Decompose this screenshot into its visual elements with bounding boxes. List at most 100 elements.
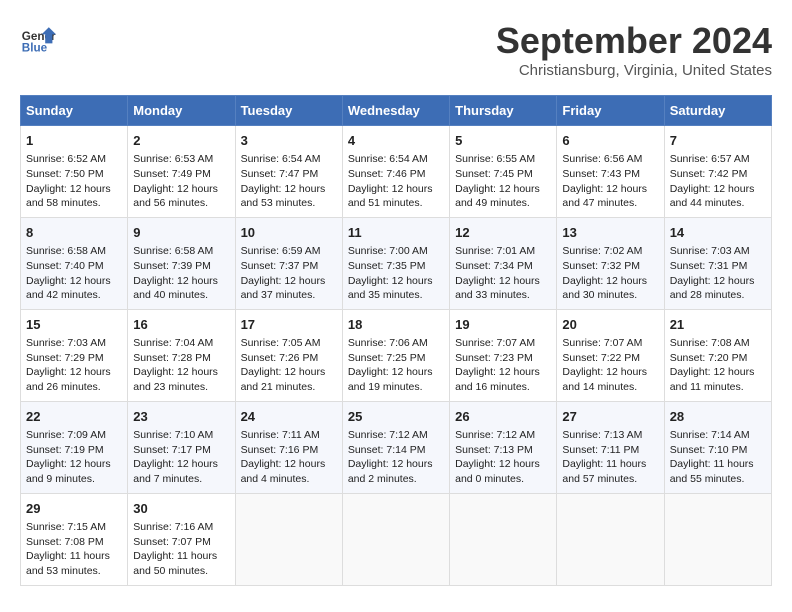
day-info-line: Daylight: 12 hours: [455, 365, 551, 380]
day-number: 6: [562, 132, 658, 150]
day-info-line: Sunset: 7:26 PM: [241, 351, 337, 366]
day-info-line: Daylight: 12 hours: [241, 274, 337, 289]
day-info-line: Sunrise: 7:03 AM: [670, 244, 766, 259]
col-header-wednesday: Wednesday: [342, 96, 449, 126]
day-info-line: and 57 minutes.: [562, 472, 658, 487]
day-info-line: Sunrise: 6:57 AM: [670, 152, 766, 167]
week-row-1: 1Sunrise: 6:52 AMSunset: 7:50 PMDaylight…: [21, 126, 772, 218]
day-info-line: Sunrise: 7:07 AM: [562, 336, 658, 351]
day-cell-26: 26Sunrise: 7:12 AMSunset: 7:13 PMDayligh…: [450, 401, 557, 493]
day-info-line: Daylight: 12 hours: [562, 182, 658, 197]
day-info-line: Sunrise: 7:00 AM: [348, 244, 444, 259]
day-info-line: Sunrise: 7:15 AM: [26, 520, 122, 535]
day-info-line: and 2 minutes.: [348, 472, 444, 487]
day-info-line: Daylight: 11 hours: [562, 457, 658, 472]
svg-text:Blue: Blue: [22, 42, 48, 55]
day-cell-20: 20Sunrise: 7:07 AMSunset: 7:22 PMDayligh…: [557, 309, 664, 401]
day-info-line: and 7 minutes.: [133, 472, 229, 487]
day-number: 16: [133, 316, 229, 334]
day-cell-3: 3Sunrise: 6:54 AMSunset: 7:47 PMDaylight…: [235, 126, 342, 218]
day-number: 15: [26, 316, 122, 334]
day-number: 21: [670, 316, 766, 334]
week-row-5: 29Sunrise: 7:15 AMSunset: 7:08 PMDayligh…: [21, 493, 772, 585]
day-info-line: Sunset: 7:16 PM: [241, 443, 337, 458]
day-info-line: and 11 minutes.: [670, 380, 766, 395]
day-cell-25: 25Sunrise: 7:12 AMSunset: 7:14 PMDayligh…: [342, 401, 449, 493]
day-info-line: Sunrise: 7:01 AM: [455, 244, 551, 259]
day-info-line: Sunrise: 7:08 AM: [670, 336, 766, 351]
day-info-line: Sunrise: 7:16 AM: [133, 520, 229, 535]
day-info-line: Sunset: 7:49 PM: [133, 167, 229, 182]
day-info-line: Sunset: 7:46 PM: [348, 167, 444, 182]
day-info-line: Daylight: 12 hours: [562, 365, 658, 380]
day-info-line: Sunrise: 6:59 AM: [241, 244, 337, 259]
day-info-line: Sunrise: 7:14 AM: [670, 428, 766, 443]
day-info-line: Sunrise: 7:06 AM: [348, 336, 444, 351]
day-number: 12: [455, 224, 551, 242]
day-cell-11: 11Sunrise: 7:00 AMSunset: 7:35 PMDayligh…: [342, 217, 449, 309]
day-info-line: Sunrise: 7:12 AM: [348, 428, 444, 443]
day-info-line: Sunrise: 6:56 AM: [562, 152, 658, 167]
day-number: 18: [348, 316, 444, 334]
day-info-line: Daylight: 12 hours: [26, 365, 122, 380]
day-info-line: and 19 minutes.: [348, 380, 444, 395]
day-number: 4: [348, 132, 444, 150]
day-number: 2: [133, 132, 229, 150]
day-info-line: Sunset: 7:10 PM: [670, 443, 766, 458]
day-info-line: Sunset: 7:50 PM: [26, 167, 122, 182]
day-info-line: Sunrise: 6:54 AM: [348, 152, 444, 167]
day-info-line: and 53 minutes.: [241, 196, 337, 211]
day-cell-1: 1Sunrise: 6:52 AMSunset: 7:50 PMDaylight…: [21, 126, 128, 218]
col-header-tuesday: Tuesday: [235, 96, 342, 126]
day-info-line: and 49 minutes.: [455, 196, 551, 211]
day-info-line: and 21 minutes.: [241, 380, 337, 395]
day-info-line: Daylight: 12 hours: [455, 457, 551, 472]
day-info-line: Daylight: 12 hours: [133, 365, 229, 380]
day-cell-22: 22Sunrise: 7:09 AMSunset: 7:19 PMDayligh…: [21, 401, 128, 493]
day-cell-30: 30Sunrise: 7:16 AMSunset: 7:07 PMDayligh…: [128, 493, 235, 585]
day-cell-9: 9Sunrise: 6:58 AMSunset: 7:39 PMDaylight…: [128, 217, 235, 309]
day-cell-28: 28Sunrise: 7:14 AMSunset: 7:10 PMDayligh…: [664, 401, 771, 493]
day-number: 25: [348, 408, 444, 426]
day-info-line: Daylight: 12 hours: [562, 274, 658, 289]
day-cell-12: 12Sunrise: 7:01 AMSunset: 7:34 PMDayligh…: [450, 217, 557, 309]
day-cell-13: 13Sunrise: 7:02 AMSunset: 7:32 PMDayligh…: [557, 217, 664, 309]
day-info-line: Daylight: 12 hours: [241, 182, 337, 197]
day-info-line: and 16 minutes.: [455, 380, 551, 395]
day-info-line: Sunrise: 6:55 AM: [455, 152, 551, 167]
day-cell-18: 18Sunrise: 7:06 AMSunset: 7:25 PMDayligh…: [342, 309, 449, 401]
day-info-line: and 35 minutes.: [348, 288, 444, 303]
week-row-2: 8Sunrise: 6:58 AMSunset: 7:40 PMDaylight…: [21, 217, 772, 309]
calendar-table: SundayMondayTuesdayWednesdayThursdayFrid…: [20, 95, 772, 586]
day-info-line: Daylight: 12 hours: [348, 365, 444, 380]
empty-cell: [450, 493, 557, 585]
day-info-line: Daylight: 12 hours: [455, 182, 551, 197]
day-info-line: Daylight: 12 hours: [455, 274, 551, 289]
day-cell-17: 17Sunrise: 7:05 AMSunset: 7:26 PMDayligh…: [235, 309, 342, 401]
day-cell-19: 19Sunrise: 7:07 AMSunset: 7:23 PMDayligh…: [450, 309, 557, 401]
day-info-line: Daylight: 12 hours: [348, 274, 444, 289]
day-info-line: and 14 minutes.: [562, 380, 658, 395]
day-number: 3: [241, 132, 337, 150]
day-info-line: and 23 minutes.: [133, 380, 229, 395]
day-info-line: Sunset: 7:32 PM: [562, 259, 658, 274]
day-info-line: Sunset: 7:43 PM: [562, 167, 658, 182]
day-info-line: and 37 minutes.: [241, 288, 337, 303]
day-number: 24: [241, 408, 337, 426]
page-header: General Blue September 2024 Christiansbu…: [20, 20, 772, 79]
day-info-line: and 51 minutes.: [348, 196, 444, 211]
day-info-line: Sunset: 7:19 PM: [26, 443, 122, 458]
day-info-line: and 30 minutes.: [562, 288, 658, 303]
day-info-line: Sunset: 7:45 PM: [455, 167, 551, 182]
day-number: 30: [133, 500, 229, 518]
day-cell-8: 8Sunrise: 6:58 AMSunset: 7:40 PMDaylight…: [21, 217, 128, 309]
day-info-line: and 40 minutes.: [133, 288, 229, 303]
day-info-line: Daylight: 12 hours: [26, 457, 122, 472]
day-number: 7: [670, 132, 766, 150]
day-info-line: Daylight: 12 hours: [241, 365, 337, 380]
empty-cell: [557, 493, 664, 585]
day-info-line: Sunset: 7:37 PM: [241, 259, 337, 274]
day-number: 9: [133, 224, 229, 242]
day-cell-16: 16Sunrise: 7:04 AMSunset: 7:28 PMDayligh…: [128, 309, 235, 401]
day-info-line: Sunrise: 7:11 AM: [241, 428, 337, 443]
